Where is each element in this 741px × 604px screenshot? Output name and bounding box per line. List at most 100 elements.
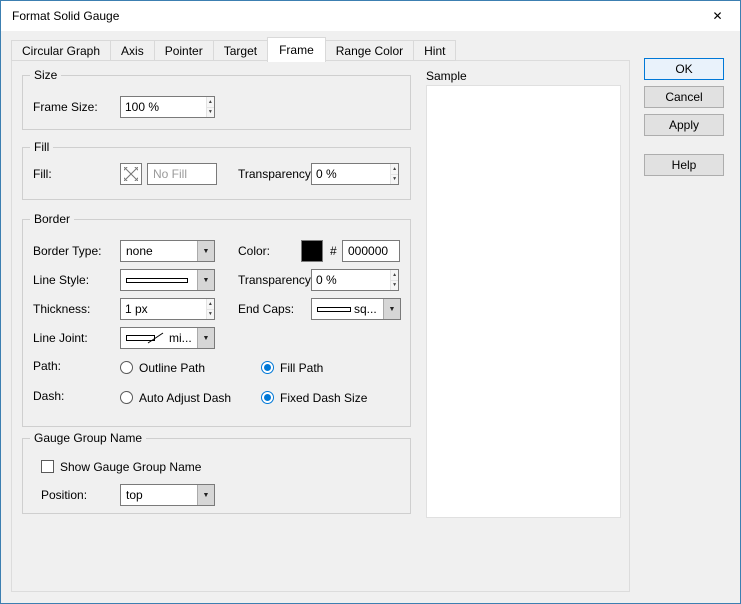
size-group: Size Frame Size: ▲ ▼ xyxy=(22,75,411,130)
line-style-label: Line Style: xyxy=(33,269,89,291)
apply-button[interactable]: Apply xyxy=(644,114,724,136)
radio-checked-icon xyxy=(261,391,274,404)
radio-fixed-dash-size[interactable]: Fixed Dash Size xyxy=(261,390,367,405)
fill-transparency-spin-buttons: ▲ ▼ xyxy=(390,164,398,184)
ok-button[interactable]: OK xyxy=(644,58,724,80)
fill-label: Fill: xyxy=(33,163,52,185)
show-gauge-group-name-label: Show Gauge Group Name xyxy=(60,460,201,474)
spin-down-icon[interactable]: ▼ xyxy=(391,175,398,185)
tab-range-color[interactable]: Range Color xyxy=(325,40,414,61)
radio-outline-path[interactable]: Outline Path xyxy=(120,360,205,375)
path-label: Path: xyxy=(33,355,61,377)
chevron-down-icon: ▼ xyxy=(197,485,214,505)
checkbox-unchecked-icon xyxy=(41,460,54,473)
chevron-down-icon: ▼ xyxy=(383,299,400,319)
tab-circular-graph[interactable]: Circular Graph xyxy=(11,40,111,61)
position-select[interactable]: top ▼ xyxy=(120,484,215,506)
tab-axis[interactable]: Axis xyxy=(110,40,155,61)
radio-unchecked-icon xyxy=(120,391,133,404)
line-joint-select[interactable]: mi... ▼ xyxy=(120,327,215,349)
sample-label: Sample xyxy=(426,69,467,83)
hex-hash-label: # xyxy=(330,240,337,262)
border-color-label: Color: xyxy=(238,240,270,262)
show-gauge-group-name-checkbox[interactable]: Show Gauge Group Name xyxy=(41,459,201,474)
radio-fill-path[interactable]: Fill Path xyxy=(261,360,323,375)
line-joint-preview: mi... xyxy=(121,328,197,348)
border-transparency-label: Transparency: xyxy=(238,269,314,291)
fill-transparency-stepper[interactable]: ▲ ▼ xyxy=(311,163,399,185)
frame-size-label: Frame Size: xyxy=(33,96,98,118)
fill-group: Fill Fill: Transparency: ▲ ▼ xyxy=(22,147,411,200)
border-group-legend: Border xyxy=(30,212,74,226)
spin-down-icon[interactable]: ▼ xyxy=(391,281,398,291)
chevron-down-icon: ▼ xyxy=(197,270,214,290)
border-color-swatch[interactable] xyxy=(301,240,323,262)
tab-strip: Circular Graph Axis Pointer Target Frame… xyxy=(11,36,456,61)
close-icon[interactable]: ✕ xyxy=(695,1,740,31)
radio-fixed-dash-size-label: Fixed Dash Size xyxy=(280,391,367,405)
frame-size-stepper[interactable]: ▲ ▼ xyxy=(120,96,215,118)
radio-auto-adjust-dash-label: Auto Adjust Dash xyxy=(139,391,231,405)
border-type-value: none xyxy=(121,241,197,261)
help-button[interactable]: Help xyxy=(644,154,724,176)
radio-fill-path-label: Fill Path xyxy=(280,361,323,375)
end-caps-label: End Caps: xyxy=(238,298,294,320)
spin-down-icon[interactable]: ▼ xyxy=(207,310,214,320)
fill-group-legend: Fill xyxy=(30,140,53,154)
spin-down-icon[interactable]: ▼ xyxy=(207,108,214,118)
radio-unchecked-icon xyxy=(120,361,133,374)
tab-target[interactable]: Target xyxy=(213,40,268,61)
hatch-pattern-icon xyxy=(124,167,138,181)
radio-checked-icon xyxy=(261,361,274,374)
cancel-button[interactable]: Cancel xyxy=(644,86,724,108)
size-group-legend: Size xyxy=(30,68,61,82)
frame-tab-panel: Size Frame Size: ▲ ▼ Fill Fill: Transpar… xyxy=(11,60,630,592)
spin-up-icon[interactable]: ▲ xyxy=(391,270,398,281)
spin-up-icon[interactable]: ▲ xyxy=(391,164,398,175)
end-caps-select[interactable]: sq... ▼ xyxy=(311,298,401,320)
radio-auto-adjust-dash[interactable]: Auto Adjust Dash xyxy=(120,390,231,405)
tab-frame[interactable]: Frame xyxy=(267,37,326,62)
position-value: top xyxy=(121,485,197,505)
titlebar: Format Solid Gauge ✕ xyxy=(1,1,740,31)
end-caps-line-icon xyxy=(317,307,351,312)
thickness-spin-buttons: ▲ ▼ xyxy=(206,299,214,319)
border-transparency-spin-buttons: ▲ ▼ xyxy=(390,270,398,290)
line-joint-icon xyxy=(126,332,166,344)
gauge-group-name-group: Gauge Group Name Show Gauge Group Name P… xyxy=(22,438,411,514)
border-transparency-input[interactable] xyxy=(312,270,390,290)
chevron-down-icon: ▼ xyxy=(197,241,214,261)
format-solid-gauge-dialog: Format Solid Gauge ✕ Circular Graph Axis… xyxy=(0,0,741,604)
position-label: Position: xyxy=(41,484,87,506)
dash-label: Dash: xyxy=(33,385,64,407)
window-title: Format Solid Gauge xyxy=(1,9,119,23)
thickness-input[interactable] xyxy=(121,299,206,319)
border-type-select[interactable]: none ▼ xyxy=(120,240,215,262)
fill-value-input[interactable] xyxy=(147,163,217,185)
sample-preview xyxy=(426,85,621,518)
thickness-stepper[interactable]: ▲ ▼ xyxy=(120,298,215,320)
border-transparency-stepper[interactable]: ▲ ▼ xyxy=(311,269,399,291)
gauge-group-legend: Gauge Group Name xyxy=(30,431,146,445)
line-style-preview xyxy=(121,270,197,290)
tab-hint[interactable]: Hint xyxy=(413,40,456,61)
line-joint-value: mi... xyxy=(169,331,192,345)
line-style-icon xyxy=(126,278,188,283)
spin-up-icon[interactable]: ▲ xyxy=(207,97,214,108)
thickness-label: Thickness: xyxy=(33,298,90,320)
border-group: Border Border Type: none ▼ Color: # Line… xyxy=(22,219,411,427)
end-caps-preview: sq... xyxy=(312,299,383,319)
fill-transparency-input[interactable] xyxy=(312,164,390,184)
frame-size-spin-buttons: ▲ ▼ xyxy=(206,97,214,117)
radio-outline-path-label: Outline Path xyxy=(139,361,205,375)
line-style-select[interactable]: ▼ xyxy=(120,269,215,291)
spin-up-icon[interactable]: ▲ xyxy=(207,299,214,310)
fill-transparency-label: Transparency: xyxy=(238,163,314,185)
tab-pointer[interactable]: Pointer xyxy=(154,40,214,61)
fill-pattern-button[interactable] xyxy=(120,163,142,185)
border-type-label: Border Type: xyxy=(33,240,101,262)
frame-size-input[interactable] xyxy=(121,97,206,117)
end-caps-value: sq... xyxy=(354,302,377,316)
line-joint-label: Line Joint: xyxy=(33,327,88,349)
border-color-hex-input[interactable] xyxy=(342,240,400,262)
